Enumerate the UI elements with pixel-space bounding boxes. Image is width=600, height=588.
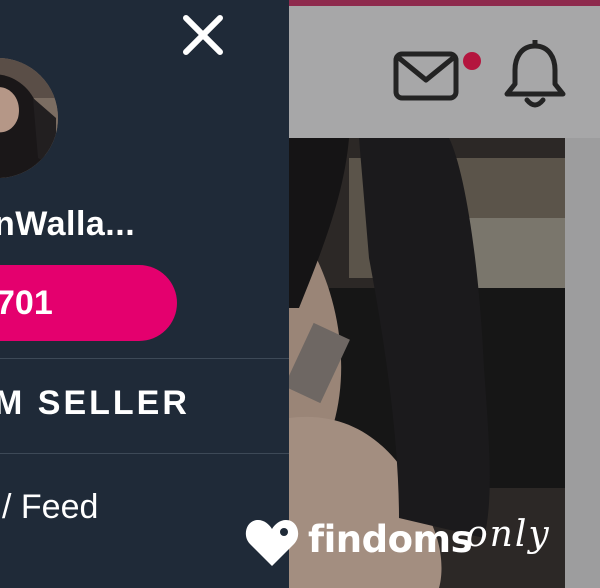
main-page: [289, 0, 600, 588]
notification-badge: [463, 52, 481, 70]
bell-icon[interactable]: [503, 40, 567, 112]
heart-tag-icon: [245, 520, 299, 566]
username[interactable]: nWalla...: [0, 205, 135, 244]
balance-value: 701: [0, 284, 53, 322]
divider: [0, 453, 289, 454]
avatar[interactable]: [0, 58, 58, 178]
mail-icon[interactable]: [393, 48, 463, 104]
watermark-logo: findoms only: [244, 508, 594, 578]
menu-section-heading[interactable]: M SELLER: [0, 384, 190, 423]
menu-item-feed[interactable]: / Feed: [2, 488, 98, 527]
side-drawer: nWalla... 701 M SELLER / Feed: [0, 0, 289, 588]
watermark-script: only: [466, 514, 551, 555]
balance-button[interactable]: 701: [0, 265, 177, 341]
close-icon[interactable]: [180, 12, 226, 58]
divider: [0, 358, 289, 359]
top-header: [289, 6, 600, 138]
avatar-image: [0, 58, 58, 178]
watermark-brand: findoms: [308, 518, 473, 561]
